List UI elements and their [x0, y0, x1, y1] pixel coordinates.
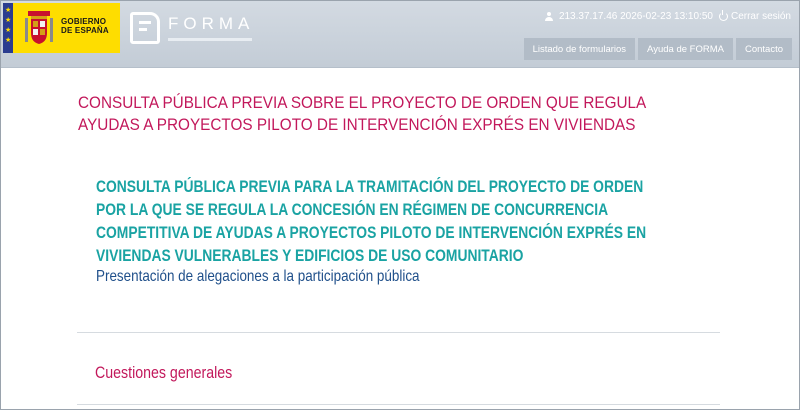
logout-label: Cerrar sesión — [730, 11, 791, 22]
power-icon — [718, 10, 728, 21]
main-content: CONSULTA PÚBLICA PREVIA SOBRE EL PROYECT… — [1, 68, 799, 409]
form-subtitle: Presentación de alegaciones a la partici… — [96, 268, 420, 285]
section-title: Cuestiones generales — [95, 364, 233, 382]
session-bar: 213.37.17.46 2026-02-23 13:10:50 Cerrar … — [544, 10, 791, 22]
logout-link[interactable]: Cerrar sesión — [718, 10, 791, 22]
forma-logo-subline — [168, 38, 252, 41]
forma-mark-icon — [130, 12, 160, 44]
ip-timestamp: 213.37.17.46 2026-02-23 13:10:50 — [558, 11, 713, 22]
nav-listado-formularios[interactable]: Listado de formularios — [523, 38, 636, 60]
divider — [77, 332, 720, 333]
eu-flag-strip: ★ ★ ★ ★ — [3, 3, 13, 53]
form-title: CONSULTA PÚBLICA PREVIA PARA LA TRAMITAC… — [96, 178, 647, 265]
forma-logo[interactable]: FORMA — [126, 5, 261, 51]
page-title: CONSULTA PÚBLICA PREVIA SOBRE EL PROYECT… — [78, 93, 646, 134]
user-icon — [544, 12, 553, 21]
coat-of-arms-icon — [25, 11, 53, 44]
top-nav: Listado de formularios Ayuda de FORMA Co… — [523, 38, 792, 60]
gobierno-espana-logo[interactable]: ★ ★ ★ ★ GOBIERNO DE ESPAÑA — [3, 3, 120, 53]
gobierno-logo-text: GOBIERNO DE ESPAÑA — [61, 17, 109, 35]
site-header: ★ ★ ★ ★ GOBIERNO DE ESPAÑA FORMA 213.37.1… — [1, 1, 799, 68]
forma-logo-text: FORMA — [168, 14, 255, 33]
nav-contacto[interactable]: Contacto — [735, 38, 792, 60]
divider — [77, 404, 720, 405]
nav-ayuda-forma[interactable]: Ayuda de FORMA — [638, 38, 733, 60]
